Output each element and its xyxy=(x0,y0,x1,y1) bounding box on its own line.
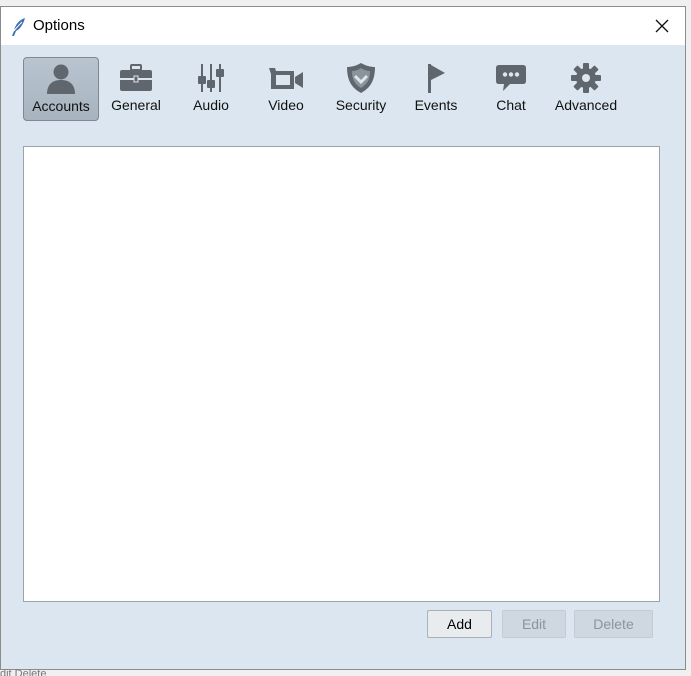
user-silhouette-icon xyxy=(41,62,81,96)
tab-general-label: General xyxy=(111,97,161,113)
tab-video-label: Video xyxy=(268,97,304,113)
shield-icon xyxy=(341,61,381,95)
speech-bubble-icon xyxy=(491,61,531,95)
accounts-list[interactable] xyxy=(23,146,660,602)
tab-chat[interactable]: Chat xyxy=(473,57,549,121)
background-window-fragment: dit Delete xyxy=(0,668,47,676)
tab-advanced[interactable]: Advanced xyxy=(548,57,624,121)
tab-audio-label: Audio xyxy=(193,97,229,113)
tab-chat-label: Chat xyxy=(496,97,526,113)
tab-events[interactable]: Events xyxy=(398,57,474,121)
equalizer-sliders-icon xyxy=(191,61,231,95)
flag-icon xyxy=(416,61,456,95)
delete-button: Delete xyxy=(574,610,653,638)
edit-button: Edit xyxy=(502,610,566,638)
close-icon xyxy=(655,19,669,33)
tab-audio[interactable]: Audio xyxy=(173,57,249,121)
gear-icon xyxy=(566,61,606,95)
window-title: Options xyxy=(33,17,85,34)
tab-general[interactable]: General xyxy=(98,57,174,121)
video-camera-icon xyxy=(266,61,306,95)
tab-security[interactable]: Security xyxy=(323,57,399,121)
title-bar[interactable]: Options xyxy=(1,7,685,45)
tab-video[interactable]: Video xyxy=(248,57,324,121)
add-button[interactable]: Add xyxy=(427,610,492,638)
briefcase-icon xyxy=(116,61,156,95)
tab-advanced-label: Advanced xyxy=(554,97,618,113)
tab-accounts-label: Accounts xyxy=(32,98,90,114)
close-button[interactable] xyxy=(639,7,685,45)
tab-security-label: Security xyxy=(335,97,387,113)
tab-accounts[interactable]: Accounts xyxy=(23,57,99,121)
feather-icon xyxy=(12,18,25,36)
tab-events-label: Events xyxy=(414,97,458,113)
options-toolbar: Accounts General Audio Video Security Ev… xyxy=(21,57,631,123)
options-dialog: Options Accounts General Audio Video Sec… xyxy=(0,6,686,670)
